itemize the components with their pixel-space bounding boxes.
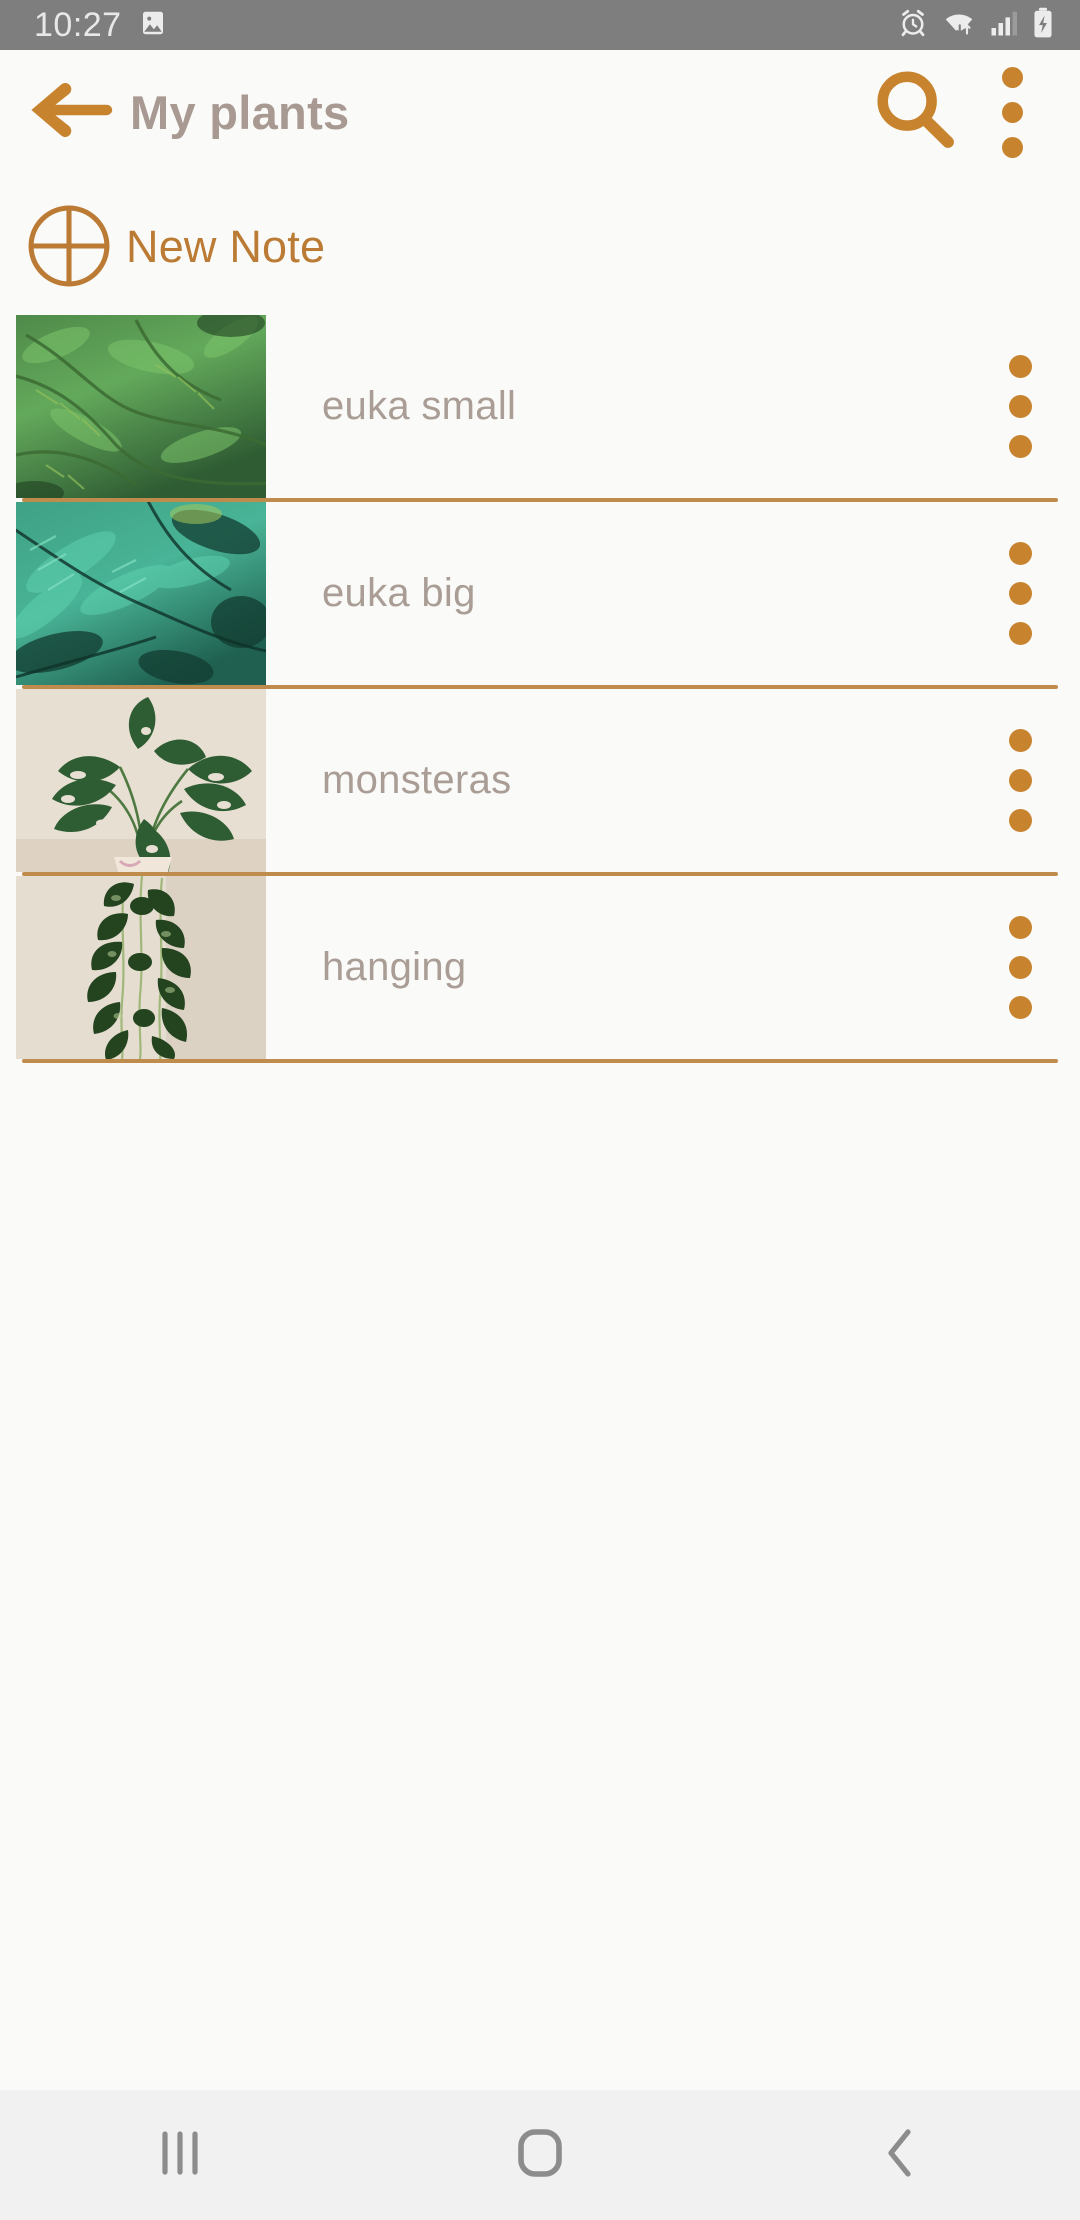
list-item[interactable]: euka big xyxy=(0,502,1080,685)
row-overflow-menu-button[interactable] xyxy=(960,689,1080,872)
note-title: monsteras xyxy=(322,758,512,802)
note-thumbnail xyxy=(16,502,266,685)
app-bar: My plants xyxy=(0,50,1080,175)
page-title: My plants xyxy=(130,86,350,139)
back-button[interactable] xyxy=(22,65,118,161)
nav-back-icon xyxy=(880,2126,920,2185)
row-more-options-icon xyxy=(1008,582,1032,605)
note-label-wrap: hanging xyxy=(266,876,960,1059)
battery-charging-icon xyxy=(1032,7,1054,44)
note-thumbnail xyxy=(16,876,266,1059)
row-more-options-icon xyxy=(1008,916,1032,939)
status-bar-right xyxy=(898,7,1054,44)
row-more-options-icon xyxy=(1008,542,1032,565)
row-more-options-icon xyxy=(1008,809,1032,832)
status-bar-left: 10:27 xyxy=(34,6,168,45)
gallery-image-icon xyxy=(138,8,168,43)
back-arrow-icon xyxy=(25,74,115,151)
row-more-options-icon xyxy=(1008,729,1032,752)
list-item[interactable]: monsteras xyxy=(0,689,1080,872)
search-button[interactable] xyxy=(864,63,964,163)
row-overflow-menu-button[interactable] xyxy=(960,876,1080,1059)
home-button[interactable] xyxy=(360,2090,720,2220)
more-options-icon xyxy=(1001,102,1023,123)
note-label-wrap: monsteras xyxy=(266,689,960,872)
note-title: euka big xyxy=(322,571,476,615)
row-overflow-menu-button[interactable] xyxy=(960,315,1080,498)
list-item[interactable]: euka small xyxy=(0,315,1080,498)
row-more-options-icon xyxy=(1008,769,1032,792)
row-more-options-icon xyxy=(1008,996,1032,1019)
note-thumbnail xyxy=(16,689,266,872)
status-bar: 10:27 xyxy=(0,0,1080,50)
app-bar-actions xyxy=(864,63,1050,163)
new-note-button[interactable]: New Note xyxy=(0,175,1080,315)
row-more-options-icon xyxy=(1008,956,1032,979)
row-more-options-icon xyxy=(1008,622,1032,645)
note-label-wrap: euka big xyxy=(266,502,960,685)
circle-plus-icon xyxy=(26,203,112,289)
home-icon xyxy=(515,2126,565,2185)
nav-back-button[interactable] xyxy=(720,2090,1080,2220)
empty-content-area xyxy=(0,1063,1080,2220)
note-thumbnail xyxy=(16,315,266,498)
system-navigation-bar xyxy=(0,2090,1080,2220)
row-more-options-icon xyxy=(1008,435,1032,458)
recents-button[interactable] xyxy=(0,2090,360,2220)
overflow-menu-button[interactable] xyxy=(974,63,1050,163)
row-more-options-icon xyxy=(1008,395,1032,418)
note-label-wrap: euka small xyxy=(266,315,960,498)
more-options-icon xyxy=(1001,137,1023,158)
status-clock: 10:27 xyxy=(34,5,122,44)
more-options-icon xyxy=(1001,67,1023,88)
search-icon xyxy=(871,67,957,158)
note-title: hanging xyxy=(322,945,467,989)
note-title: euka small xyxy=(322,384,517,428)
signal-icon xyxy=(990,8,1018,43)
alarm-icon xyxy=(898,8,928,43)
new-note-label: New Note xyxy=(126,220,326,272)
note-list: euka small euka big monsteras hanging xyxy=(0,315,1080,1063)
wifi-icon xyxy=(942,8,976,43)
row-more-options-icon xyxy=(1008,355,1032,378)
row-overflow-menu-button[interactable] xyxy=(960,502,1080,685)
list-item[interactable]: hanging xyxy=(0,876,1080,1059)
recents-icon xyxy=(157,2128,203,2183)
